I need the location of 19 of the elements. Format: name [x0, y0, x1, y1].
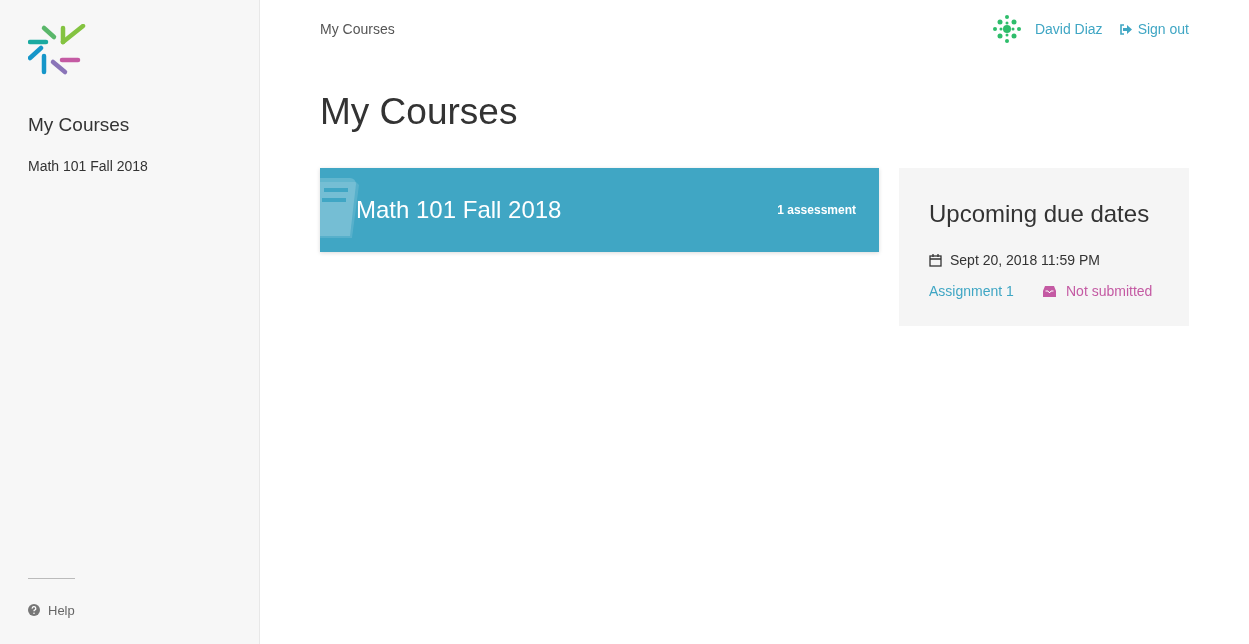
inbox-icon — [1043, 286, 1056, 297]
avatar-icon — [990, 13, 1023, 45]
submission-status: Not submitted — [1066, 282, 1153, 301]
user-name-link[interactable]: David Diaz — [1034, 18, 1103, 40]
help-link[interactable]: Help — [28, 600, 231, 620]
sidebar-item[interactable]: Math 101 Fall 2018 — [28, 155, 231, 177]
due-date: Sept 20, 2018 11:59 PM — [950, 251, 1100, 270]
sign-out-icon — [1118, 23, 1132, 35]
assignment-link[interactable]: Assignment 1 — [929, 281, 1043, 302]
course-title: Math 101 Fall 2018 — [356, 195, 562, 225]
calendar-icon — [929, 254, 942, 267]
page-title: My Courses — [320, 93, 519, 130]
assessment-count: 1 assessment — [777, 202, 856, 219]
panel-title: Upcoming due dates — [929, 199, 1151, 229]
sign-out-link[interactable]: Sign out — [1118, 18, 1189, 40]
sidebar-heading: My Courses — [28, 113, 131, 137]
course-card[interactable]: Math 101 Fall 2018 1 assessment — [320, 168, 879, 252]
breadcrumb[interactable]: My Courses — [320, 18, 395, 40]
help-icon — [28, 604, 40, 617]
